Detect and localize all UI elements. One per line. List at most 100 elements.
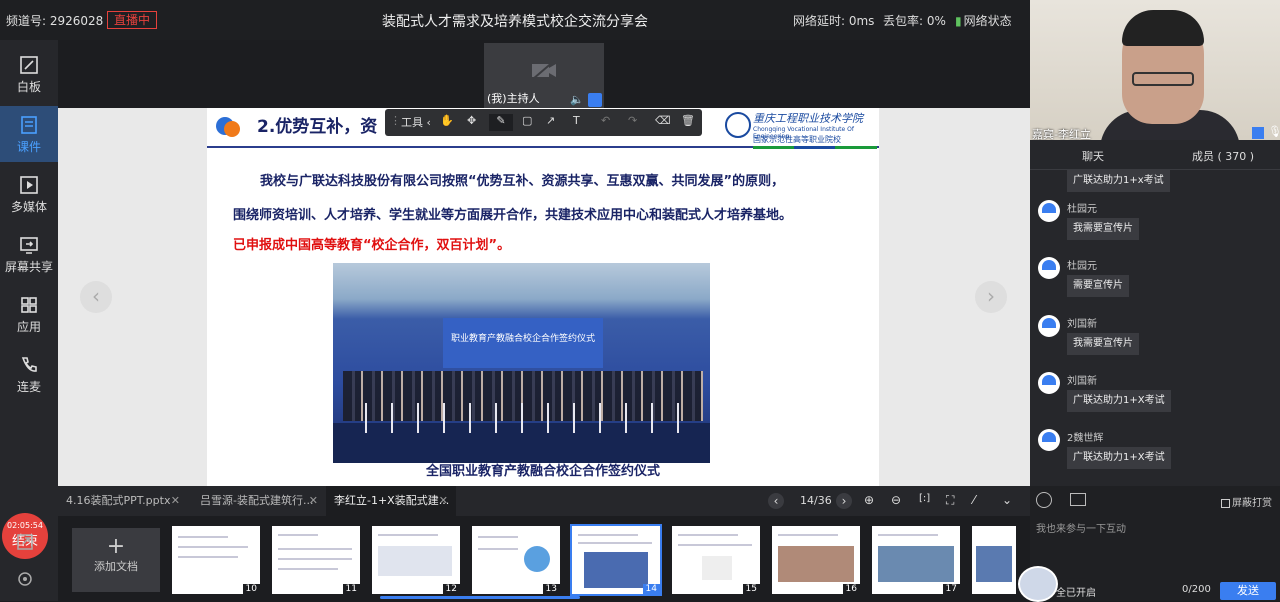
fit-icon[interactable]: [:] <box>919 493 935 509</box>
close-icon[interactable]: ✕ <box>309 486 318 516</box>
slide-thumbnail[interactable]: 17 <box>872 526 960 594</box>
chat-text: 我需要宣传片 <box>1067 218 1139 240</box>
chat-sender: 杜园元 <box>1067 204 1097 215</box>
zoom-in-icon[interactable]: ⊕ <box>864 493 880 509</box>
tools-toggle[interactable]: 工具 ‹ <box>401 114 431 131</box>
close-icon[interactable]: ✕ <box>171 486 180 516</box>
doc-tab[interactable]: 吕雪源-装配式建筑行... ✕ <box>192 486 326 516</box>
avatar <box>1038 429 1060 451</box>
speaker-icon[interactable]: 🔈 <box>570 93 584 106</box>
drag-handle-icon[interactable]: ⋮ <box>390 114 401 131</box>
settings-gear-icon[interactable] <box>14 568 36 590</box>
doc-tab-label: 4.16装配式PPT.pptx <box>66 494 171 507</box>
school-seal-icon <box>725 112 751 138</box>
next-slide-button[interactable]: › <box>975 281 1007 313</box>
chat-sender: 杜园元 <box>1067 261 1097 272</box>
slide-thumbnail[interactable]: 12 <box>372 526 460 594</box>
text-icon[interactable]: T <box>573 114 580 131</box>
slide-thumbnail[interactable]: 16 <box>772 526 860 594</box>
avatar <box>1038 257 1060 279</box>
collapse-icon[interactable]: ⌄ <box>1002 493 1018 509</box>
zoom-out-icon[interactable]: ⊖ <box>891 493 907 509</box>
image-icon[interactable] <box>1070 493 1086 506</box>
thumb-number: 16 <box>842 584 860 594</box>
chat-input[interactable]: 我也来参与一下互动 <box>1036 520 1126 535</box>
annotate-toggle-icon[interactable]: ⁄ <box>973 493 989 509</box>
undo-icon[interactable]: ↶ <box>601 114 610 131</box>
tools-label: 工具 <box>401 116 423 129</box>
video-toggle-icon[interactable] <box>1252 127 1264 139</box>
tab-chat[interactable]: 聊天 <box>1082 148 1104 164</box>
emoji-icon[interactable] <box>1036 492 1052 508</box>
page-next-button[interactable]: › <box>836 493 852 509</box>
sidebar-item-label: 课件 <box>16 140 41 154</box>
assistant-avatar-icon[interactable] <box>1018 566 1058 602</box>
packet-loss: 丢包率: 0% <box>883 14 946 28</box>
host-video-tile[interactable]: (我)主持人 🔈 <box>484 43 604 108</box>
fullscreen-icon[interactable]: ⛶ <box>946 493 962 509</box>
chat-text: 广联达助力1+x考试 <box>1067 170 1170 192</box>
school-subtitle: 国家示范性高等职业院校 <box>753 135 841 144</box>
mic-toggle-icon[interactable] <box>588 93 602 107</box>
popout-icon[interactable] <box>14 531 36 553</box>
signal-icon: ▮ <box>955 14 962 28</box>
send-button[interactable]: 发送 <box>1220 582 1276 600</box>
sidebar-item-label: 多媒体 <box>10 200 47 214</box>
network-status-button[interactable]: ▮ 网络状态 <box>955 12 1012 29</box>
doc-tab-label: 李红立-1+X装配式建... <box>334 494 450 507</box>
prev-slide-button[interactable]: ‹ <box>80 281 112 313</box>
doc-tab-active[interactable]: 李红立-1+X装配式建... ✕ <box>326 486 456 516</box>
page-prev-button[interactable]: ‹ <box>768 493 784 509</box>
sidebar-item-media[interactable]: 多媒体 <box>0 166 58 222</box>
host-video-label: (我)主持人 <box>487 92 540 105</box>
chat-sender: 2魏世辉 <box>1067 433 1104 444</box>
slide-thumbnail[interactable]: 13 <box>472 526 560 594</box>
left-sidebar: 白板 课件 多媒体 屏幕共享 应用 连麦 02:05:54 结束 <box>0 40 58 601</box>
guest-glasses <box>1132 72 1194 86</box>
arrow-icon[interactable]: ↗ <box>546 114 555 131</box>
tab-members[interactable]: 成员 ( 370 ) <box>1192 148 1254 164</box>
slide-thumbnail[interactable]: 10 <box>172 526 260 594</box>
slide-thumbnail-active[interactable]: 14 <box>570 524 662 596</box>
move-icon[interactable]: ✥ <box>467 114 476 131</box>
school-name-cn: 重庆工程职业技术学院 <box>753 112 863 125</box>
photo-screen-text: 职业教育产教融合校企合作签约仪式 <box>450 334 595 344</box>
hand-icon[interactable]: ✋ <box>440 114 454 131</box>
add-document-label: 添加文档 <box>94 560 138 573</box>
redo-icon[interactable]: ↷ <box>628 114 637 131</box>
sidebar-item-label: 白板 <box>16 80 41 94</box>
sidebar-item-whiteboard[interactable]: 白板 <box>0 46 58 102</box>
thumb-number: 13 <box>542 584 560 594</box>
thumb-number: 17 <box>942 584 960 594</box>
ceremony-photo: 职业教育产教融合校企合作签约仪式 <box>333 263 710 463</box>
thumbnail-scrollbar[interactable] <box>380 596 580 599</box>
block-tips-checkbox[interactable]: 屏蔽打赏 <box>1221 494 1272 509</box>
document-tabs-bar: 4.16装配式PPT.pptx ✕ 吕雪源-装配式建筑行... ✕ 李红立-1+X装… <box>58 486 1030 516</box>
slide-logo-icon <box>216 117 240 137</box>
thumb-number: 14 <box>642 584 660 594</box>
broadcast-timer: 02:05:54 <box>7 521 43 530</box>
close-icon[interactable]: ✕ <box>439 486 448 516</box>
pen-icon[interactable]: ✎ <box>489 114 513 131</box>
sidebar-item-courseware[interactable]: 课件 <box>0 106 58 162</box>
char-count: 0/200 <box>1182 584 1211 595</box>
trash-icon[interactable]: 🗑 <box>681 114 695 131</box>
page-indicator: 14/36 <box>800 494 832 507</box>
add-document-button[interactable]: + 添加文档 <box>72 528 160 592</box>
avatar <box>1038 372 1060 394</box>
guest-video-tile[interactable]: 嘉宾-李红立 🎙 <box>1030 0 1280 140</box>
eraser-icon[interactable]: ⌫ <box>655 114 671 131</box>
slide-thumbnail-partial[interactable] <box>972 526 1016 594</box>
slide-thumbnail[interactable]: 11 <box>272 526 360 594</box>
sidebar-item-screen-share[interactable]: 屏幕共享 <box>0 226 58 282</box>
school-stripe <box>753 146 877 149</box>
microphone-icon[interactable]: 🎙 <box>1268 125 1280 138</box>
checkbox-box <box>1221 498 1230 508</box>
sidebar-item-label: 连麦 <box>16 380 41 394</box>
sidebar-item-connect-mic[interactable]: 连麦 <box>0 346 58 402</box>
doc-tab[interactable]: 4.16装配式PPT.pptx ✕ <box>58 486 188 516</box>
slide-thumbnail[interactable]: 15 <box>672 526 760 594</box>
sidebar-item-apps[interactable]: 应用 <box>0 286 58 342</box>
rectangle-icon[interactable]: ▢ <box>522 114 532 131</box>
chat-text: 广联达助力1+X考试 <box>1067 447 1171 469</box>
